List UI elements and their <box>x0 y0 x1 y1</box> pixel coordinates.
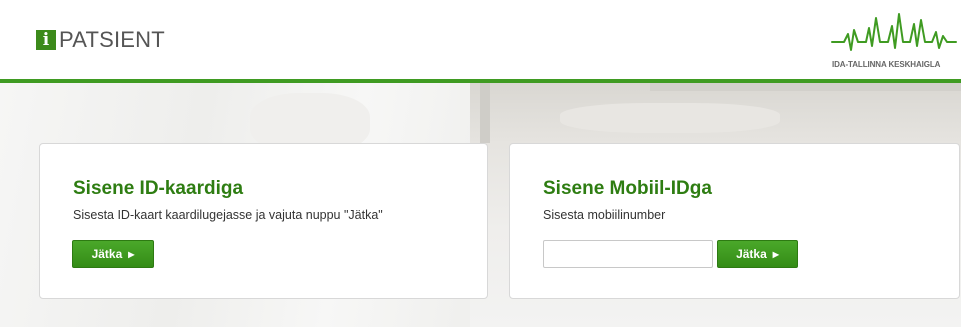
brand[interactable]: i PATSIENT <box>36 27 165 52</box>
id-card-continue-label: Jätka <box>91 247 123 261</box>
id-card-login-panel: Sisene ID-kaardiga Sisesta ID-kaart kaar… <box>39 143 488 299</box>
background-ceiling <box>650 83 961 91</box>
header: i PATSIENT IDA-TALLINNA KESKHAIGLA <box>0 0 961 79</box>
mobile-id-continue-button[interactable]: Jätka ▶ <box>717 240 798 268</box>
hospital-logo[interactable]: IDA-TALLINNA KESKHAIGLA <box>826 8 958 74</box>
mobile-id-instruction: Sisesta mobiilinumber <box>543 208 666 222</box>
info-icon: i <box>36 30 56 50</box>
heartbeat-icon <box>831 13 957 51</box>
play-arrow-icon: ▶ <box>128 249 135 259</box>
mobile-id-continue-label: Jätka <box>736 247 767 261</box>
id-card-title: Sisene ID-kaardiga <box>73 178 244 199</box>
background-light <box>560 103 780 133</box>
id-card-continue-button[interactable]: Jätka ▶ <box>72 240 154 268</box>
hospital-name: IDA-TALLINNA KESKHAIGLA <box>832 60 941 69</box>
id-card-instruction: Sisesta ID-kaart kaardilugejasse ja vaju… <box>73 208 383 222</box>
brand-title: PATSIENT <box>59 27 165 52</box>
mobile-id-login-panel: Sisene Mobiil-IDga Sisesta mobiilinumber… <box>509 143 960 299</box>
mobile-number-input[interactable] <box>543 240 713 268</box>
mobile-id-title: Sisene Mobiil-IDga <box>543 178 712 199</box>
play-arrow-icon: ▶ <box>772 249 779 259</box>
background-beam <box>480 83 490 143</box>
